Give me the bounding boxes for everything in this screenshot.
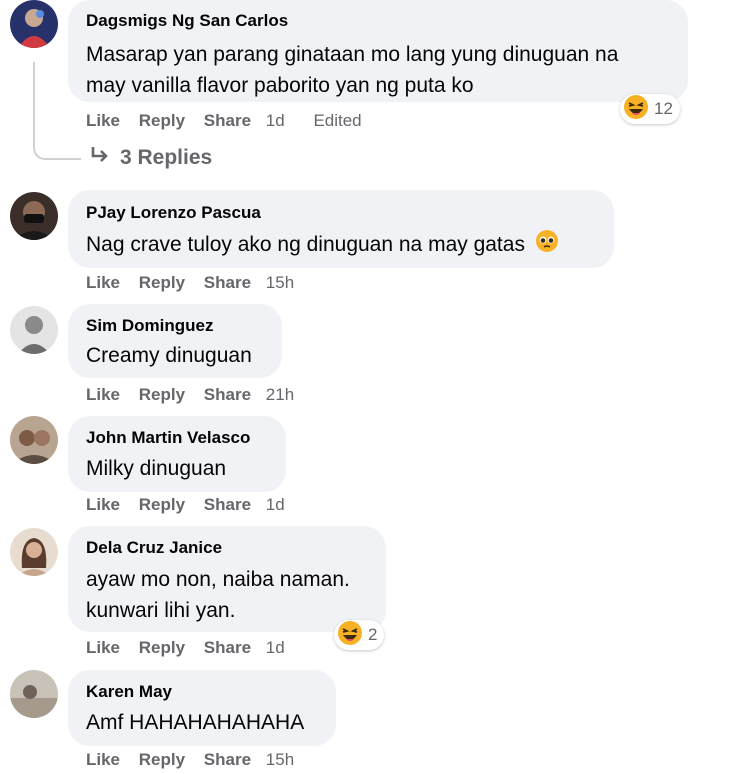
avatar-image	[10, 416, 58, 464]
reaction-count-value: 12	[654, 99, 673, 118]
comment-bubble: John Martin Velasco Milky dinuguan	[68, 416, 286, 492]
avatar-image	[10, 670, 58, 718]
laughing-emoji-icon	[337, 620, 363, 651]
comment-text: ayaw mo non, naiba naman.	[86, 568, 350, 591]
comment-text-content: Nag crave tuloy ako ng dinuguan na may g…	[86, 233, 525, 257]
comment-actions: Like Reply Share 15h	[86, 272, 308, 294]
replies-count: 3 Replies	[120, 146, 213, 169]
comment-actions: Like Reply Share 15h	[86, 749, 308, 771]
like-button[interactable]: Like	[86, 273, 120, 292]
comment-text: may vanilla flavor paborito yan ng puta …	[86, 74, 474, 97]
avatar[interactable]	[10, 0, 58, 48]
comment-author[interactable]: Sim Dominguez	[86, 315, 264, 337]
reply-button[interactable]: Reply	[139, 385, 185, 404]
thread-connector	[33, 62, 81, 160]
share-button[interactable]: Share	[204, 638, 251, 657]
share-button[interactable]: Share	[204, 385, 251, 404]
like-button[interactable]: Like	[86, 111, 120, 130]
reaction-count-value: 2	[368, 625, 378, 644]
comment-author[interactable]: PJay Lorenzo Pascua	[86, 202, 596, 224]
avatar[interactable]	[10, 416, 58, 464]
reply-button[interactable]: Reply	[139, 495, 185, 514]
like-button[interactable]: Like	[86, 638, 120, 657]
comment-actions: Like Reply Share 21h	[86, 384, 308, 406]
comment-timestamp[interactable]: 1d	[266, 111, 285, 130]
edited-label: Edited	[313, 111, 362, 130]
share-button[interactable]: Share	[204, 495, 251, 514]
comment-timestamp[interactable]: 15h	[266, 750, 294, 769]
laughing-emoji-icon	[623, 94, 649, 125]
reply-button[interactable]: Reply	[139, 750, 185, 769]
like-button[interactable]: Like	[86, 495, 120, 514]
comment-timestamp[interactable]: 1d	[266, 638, 285, 657]
comment-text: kunwari lihi yan.	[86, 599, 236, 622]
comment-actions: Like Reply Share 1d Edited	[86, 110, 362, 132]
avatar-image	[10, 192, 58, 240]
comment-author[interactable]: Dela Cruz Janice	[86, 537, 368, 559]
comment-bubble: PJay Lorenzo Pascua Nag crave tuloy ako …	[68, 190, 614, 268]
comment-author[interactable]: Karen May	[86, 681, 318, 703]
comment-timestamp[interactable]: 21h	[266, 385, 294, 404]
like-button[interactable]: Like	[86, 750, 120, 769]
comment-timestamp[interactable]: 1d	[266, 495, 285, 514]
reply-button[interactable]: Reply	[139, 638, 185, 657]
share-button[interactable]: Share	[204, 750, 251, 769]
avatar[interactable]	[10, 192, 58, 240]
comment-actions: Like Reply Share 1d	[86, 637, 299, 659]
avatar-image	[10, 0, 58, 48]
pleading-face-emoji-icon	[535, 229, 559, 262]
comment-bubble: Dela Cruz Janice ayaw mo non, naiba nama…	[68, 526, 386, 632]
avatar[interactable]	[10, 306, 58, 354]
reply-button[interactable]: Reply	[139, 111, 185, 130]
comment-bubble: Sim Dominguez Creamy dinuguan	[68, 304, 282, 378]
reaction-count[interactable]: 12	[620, 94, 680, 124]
avatar[interactable]	[10, 670, 58, 718]
comment-text: Creamy dinuguan	[86, 344, 252, 367]
reply-arrow-icon	[90, 146, 110, 170]
reaction-count[interactable]: 2	[334, 620, 385, 651]
comment-actions: Like Reply Share 1d	[86, 494, 299, 516]
view-replies-link[interactable]: 3 Replies	[90, 146, 212, 170]
comment-bubble: Dagsmigs Ng San Carlos Masarap yan paran…	[68, 0, 688, 102]
avatar-image	[10, 306, 58, 354]
comment-text: Nag crave tuloy ako ng dinuguan na may g…	[86, 229, 596, 262]
avatar-image	[10, 528, 58, 576]
avatar[interactable]	[10, 528, 58, 576]
share-button[interactable]: Share	[204, 273, 251, 292]
comment-author[interactable]: John Martin Velasco	[86, 427, 268, 449]
comment-bubble: Karen May Amf HAHAHAHAHAHA	[68, 670, 336, 746]
reply-button[interactable]: Reply	[139, 273, 185, 292]
comment-timestamp[interactable]: 15h	[266, 273, 294, 292]
comment-text: Milky dinuguan	[86, 457, 227, 480]
comment-author[interactable]: Dagsmigs Ng San Carlos	[86, 10, 670, 32]
comment-text: Masarap yan parang ginataan mo lang yung…	[86, 43, 619, 66]
like-button[interactable]: Like	[86, 385, 120, 404]
share-button[interactable]: Share	[204, 111, 251, 130]
comment-text: Amf HAHAHAHAHAHA	[86, 711, 305, 734]
